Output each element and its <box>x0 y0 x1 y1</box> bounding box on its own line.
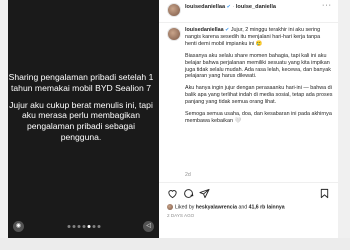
verified-icon: ✔ <box>226 4 231 10</box>
post-details: louisedaniellaa ✔ · louise_daniella ··· … <box>159 0 338 238</box>
comment-icon[interactable] <box>183 188 194 199</box>
likes-and: and <box>238 204 248 211</box>
header-divider <box>159 22 338 23</box>
page-bottom-strip <box>0 238 350 250</box>
caption-paragraph: Biasanya aku selalu share momen bahagia,… <box>185 52 331 80</box>
collab-username[interactable]: louise_daniella <box>236 4 276 10</box>
caption-paragraph: louisedaniellaa ✔ Jujur, 2 minggu terakh… <box>185 27 333 48</box>
author-separator: · <box>232 4 235 10</box>
caption-paragraph: Semoga semua usaha, doa, dan kesabaran i… <box>185 111 332 124</box>
tag-icon[interactable]: ◉ <box>13 221 24 232</box>
comment-author[interactable]: louisedaniellaa <box>185 27 224 33</box>
post-video[interactable]: Sharing pengalaman pribadi setelah 1 tah… <box>8 0 159 238</box>
comment-avatar[interactable] <box>167 27 181 41</box>
likes-prefix: Liked by <box>175 204 195 211</box>
author-username[interactable]: louisedaniellaa <box>185 4 225 10</box>
verified-icon: ✔ <box>225 27 230 33</box>
mute-icon[interactable]: ◁ <box>143 221 154 232</box>
carousel-dot[interactable] <box>92 225 95 228</box>
heart-icon[interactable] <box>167 188 178 199</box>
liker-username[interactable]: heskyalawrencia <box>196 204 237 210</box>
carousel-dot[interactable] <box>97 225 100 228</box>
post-date[interactable]: 2 days ago <box>167 213 194 218</box>
bookmark-icon[interactable] <box>319 188 330 199</box>
video-caption-line: Sharing pengalaman pribadi setelah 1 tah… <box>8 72 154 93</box>
caption-paragraph: Aku hanya ingin jujur dengan perasaanku … <box>185 85 333 106</box>
liker-avatar <box>167 204 173 210</box>
post-header: louisedaniellaa ✔ · louise_daniella ··· <box>159 0 338 30</box>
carousel-dot[interactable] <box>87 225 90 228</box>
carousel-dot[interactable] <box>72 225 75 228</box>
more-options-icon[interactable]: ··· <box>322 2 332 9</box>
video-caption: Sharing pengalaman pribadi setelah 1 tah… <box>8 72 156 149</box>
carousel-dot[interactable] <box>82 225 85 228</box>
likes-summary: Liked by heskyalawrencia and 41,6 rb lai… <box>167 204 285 210</box>
post-caption: louisedaniellaa ✔ Jujur, 2 minggu terakh… <box>185 27 333 130</box>
avatar[interactable] <box>167 3 181 17</box>
carousel-dot[interactable] <box>67 225 70 228</box>
share-icon[interactable] <box>199 188 210 199</box>
comment-time: 2d <box>185 172 191 178</box>
carousel-indicator <box>67 225 100 228</box>
likes-others[interactable]: 41,6 rb lainnya <box>249 204 285 210</box>
carousel-dot[interactable] <box>77 225 80 228</box>
video-caption-line: Jujur aku cukup berat menulis ini, tapi … <box>9 99 153 142</box>
video-controls: ◉ ◁ <box>8 216 159 238</box>
post-modal: Sharing pengalaman pribadi setelah 1 tah… <box>8 0 338 238</box>
post-authors: louisedaniellaa ✔ · louise_daniella <box>185 4 276 10</box>
